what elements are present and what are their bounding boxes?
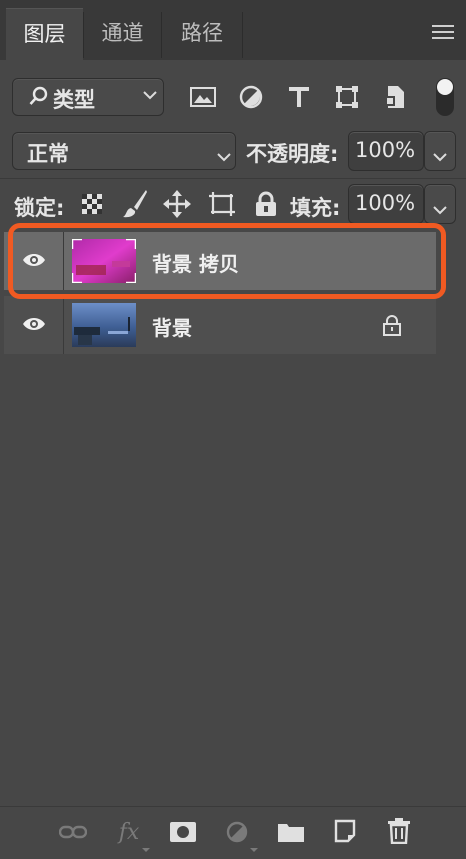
- adjustment-layer-icon[interactable]: [222, 818, 252, 846]
- search-icon: [29, 86, 49, 110]
- fill-label: 填充:: [290, 196, 341, 220]
- type-filter-icon[interactable]: [284, 82, 314, 112]
- adjustment-filter-icon[interactable]: [236, 82, 266, 112]
- tab-divider: [242, 12, 243, 58]
- divider: [0, 178, 466, 179]
- link-layers-icon[interactable]: [58, 818, 88, 846]
- opacity-label: 不透明度:: [246, 142, 339, 166]
- filter-kind-dropdown[interactable]: 类型: [12, 78, 164, 116]
- smart-object-filter-icon[interactable]: [380, 82, 410, 112]
- adjustment-menu-arrow: [250, 848, 258, 852]
- new-layer-icon[interactable]: [330, 816, 360, 846]
- fill-input[interactable]: 100%: [348, 184, 424, 224]
- layer-thumbnail: [72, 303, 136, 347]
- image-filter-icon[interactable]: [188, 82, 218, 112]
- lock-artboard-icon[interactable]: [206, 188, 238, 220]
- blend-mode-value: 正常: [27, 142, 69, 166]
- lock-position-icon[interactable]: [162, 188, 192, 220]
- filter-kind-label: 类型: [53, 88, 95, 112]
- opacity-input[interactable]: 100%: [348, 131, 424, 171]
- hamburger-menu-icon[interactable]: [428, 20, 458, 44]
- tab-layers[interactable]: 图层: [6, 8, 83, 60]
- layer-visibility-toggle[interactable]: [4, 296, 64, 354]
- tab-paths[interactable]: 路径: [162, 8, 242, 60]
- fill-value: 100%: [355, 191, 416, 215]
- layer-row-background[interactable]: 背景: [4, 296, 436, 354]
- lock-image-pixels-icon[interactable]: [120, 188, 150, 220]
- lock-label: 锁定:: [14, 196, 65, 220]
- lock-transparent-pixels-icon[interactable]: [78, 190, 106, 218]
- chevron-down-icon: [143, 88, 157, 104]
- delete-layer-trash-icon[interactable]: [384, 816, 414, 846]
- lock-icon[interactable]: [382, 314, 402, 340]
- layer-style-fx-icon[interactable]: fx: [114, 816, 144, 848]
- opacity-value: 100%: [355, 138, 416, 162]
- highlight-annotation-box: [8, 223, 446, 299]
- add-mask-icon[interactable]: [168, 818, 198, 846]
- blend-mode-dropdown[interactable]: 正常: [12, 132, 236, 170]
- chevron-down-icon: [433, 200, 447, 219]
- fx-menu-arrow: [142, 848, 150, 852]
- lock-all-icon[interactable]: [252, 188, 280, 220]
- chevron-down-icon: [217, 147, 231, 166]
- tab-channels[interactable]: 通道: [84, 8, 161, 60]
- chevron-down-icon: [433, 147, 447, 166]
- shape-filter-icon[interactable]: [332, 82, 362, 112]
- opacity-dropdown-button[interactable]: [424, 131, 456, 171]
- fill-dropdown-button[interactable]: [424, 184, 456, 224]
- layer-name[interactable]: 背景: [152, 312, 192, 341]
- filter-toggle-icon[interactable]: [436, 78, 454, 116]
- new-group-folder-icon[interactable]: [276, 818, 306, 846]
- eye-icon: [23, 318, 45, 330]
